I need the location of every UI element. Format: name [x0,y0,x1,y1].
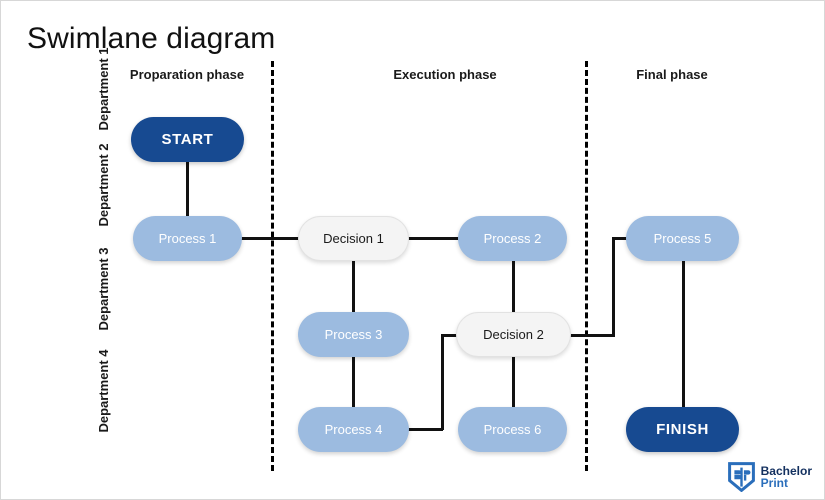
bachelorprint-logo: Bachelor Print [727,462,812,492]
node-process2[interactable]: Process 2 [458,216,567,261]
node-start[interactable]: START [131,117,244,162]
connector-process3-to-process4 [352,356,355,409]
node-decision2[interactable]: Decision 2 [456,312,571,357]
connector-decision2-right [570,334,615,337]
phase-divider-2 [585,61,588,471]
connector-decision2-to-process6 [512,356,515,409]
department-label-4: Department 4 [96,349,111,433]
connector-decision1-to-process2 [408,237,459,240]
logo-text-bottom: Print [760,476,788,490]
node-decision1[interactable]: Decision 1 [298,216,409,261]
connector-start-to-process1 [186,161,189,217]
bachelorprint-logo-mark [727,462,755,492]
connector-process1-to-decision1 [241,237,299,240]
page-title: Swimlane diagram [27,22,276,55]
phase-divider-1 [271,61,274,471]
node-process4[interactable]: Process 4 [298,407,409,452]
node-process1[interactable]: Process 1 [133,216,242,261]
node-process6[interactable]: Process 6 [458,407,567,452]
node-process5[interactable]: Process 5 [626,216,739,261]
connector-process4-up [441,334,444,430]
phase-label-1: Proparation phase [129,67,245,82]
connector-process2-to-decision2 [512,260,515,314]
phase-label-2: Execution phase [393,67,497,82]
connector-decision2-up [612,237,615,337]
node-process3[interactable]: Process 3 [298,312,409,357]
bachelorprint-logo-text: Bachelor Print [760,464,812,490]
phase-label-3: Final phase [636,67,708,82]
node-finish[interactable]: FINISH [626,407,739,452]
connector-process4-right [408,428,443,431]
connector-process5-to-finish [682,260,685,410]
swimlane-diagram-canvas: Swimlane diagram Proparation phase Execut… [0,0,825,500]
connector-decision1-to-process3 [352,260,355,314]
